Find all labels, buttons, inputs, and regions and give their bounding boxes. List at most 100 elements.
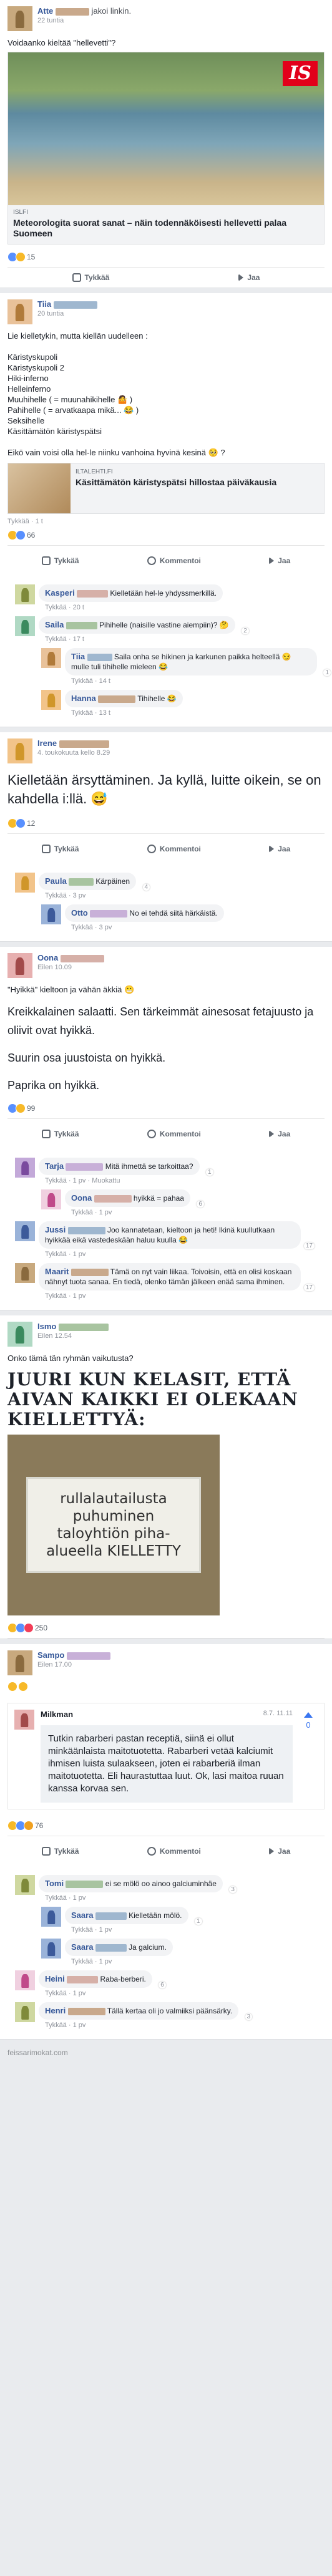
comment-meta[interactable]: Tykkää · 1 pv bbox=[65, 1926, 188, 1934]
author-name[interactable]: Atte bbox=[37, 6, 53, 16]
comment-meta[interactable]: Tykkää · 17 t bbox=[39, 636, 235, 643]
sign-photo[interactable]: rullalautailusta puhuminen taloyhtiön pi… bbox=[7, 1435, 220, 1615]
comment-author[interactable]: Jussi bbox=[45, 1225, 66, 1234]
comment-meta[interactable]: Tykkää · 1 pv bbox=[39, 1894, 223, 1902]
comment-author[interactable]: Tiia bbox=[71, 652, 85, 661]
comment-author[interactable]: Otto bbox=[71, 908, 88, 918]
share-button[interactable]: Jaa bbox=[269, 551, 290, 570]
avatar[interactable] bbox=[7, 6, 32, 31]
comment-meta[interactable]: Tykkää · 3 pv bbox=[65, 924, 224, 931]
comment-author[interactable]: Tomi bbox=[45, 1879, 64, 1888]
avatar[interactable] bbox=[15, 1970, 35, 1990]
comment-button[interactable]: Kommentoi bbox=[147, 1125, 201, 1143]
post-time[interactable]: 20 tuntia bbox=[37, 310, 97, 317]
post-time[interactable]: Eilen 17.00 bbox=[37, 1661, 110, 1668]
share-button[interactable]: Jaa bbox=[238, 273, 260, 282]
share-button[interactable]: Jaa bbox=[269, 1842, 290, 1861]
reaction-summary[interactable]: 76 bbox=[7, 1816, 325, 1836]
post-time[interactable]: Eilen 12.54 bbox=[37, 1332, 109, 1340]
comment-button[interactable]: Kommentoi bbox=[147, 1842, 201, 1861]
comment-author[interactable]: Tarja bbox=[45, 1161, 64, 1171]
avatar[interactable] bbox=[7, 1322, 32, 1347]
comment-author[interactable]: Paula bbox=[45, 876, 67, 886]
comment-author[interactable]: Saara bbox=[71, 1942, 93, 1952]
like-button[interactable]: Tykkää bbox=[41, 1125, 79, 1143]
post-time[interactable]: Eilen 10.09 bbox=[37, 964, 104, 971]
avatar[interactable] bbox=[41, 1939, 61, 1959]
reaction-summary[interactable]: 66 bbox=[7, 525, 325, 546]
comment-author[interactable]: Saila bbox=[45, 620, 64, 629]
share-button[interactable]: Jaa bbox=[269, 840, 290, 858]
post-time[interactable]: 22 tuntia bbox=[37, 17, 131, 24]
author-name[interactable]: Sampo bbox=[37, 1650, 64, 1660]
comment-reaction-count[interactable]: 6 bbox=[159, 1982, 166, 1988]
avatar[interactable] bbox=[15, 873, 35, 893]
author-name[interactable]: Tiia bbox=[37, 299, 51, 309]
comment-meta[interactable]: Tykkää · 20 t bbox=[39, 604, 223, 611]
avatar[interactable] bbox=[7, 953, 32, 978]
reaction-summary[interactable]: 12 bbox=[7, 813, 325, 834]
comment-button[interactable]: Kommentoi bbox=[147, 551, 201, 570]
post-time[interactable]: 4. toukokuuta kello 8.29 bbox=[37, 749, 110, 757]
comment-reaction-count[interactable]: 2 bbox=[242, 627, 249, 634]
avatar[interactable] bbox=[41, 1907, 61, 1927]
avatar[interactable] bbox=[15, 1158, 35, 1178]
avatar[interactable] bbox=[41, 648, 61, 668]
reaction-summary[interactable]: 15 bbox=[7, 247, 325, 268]
avatar[interactable] bbox=[15, 1875, 35, 1895]
like-button[interactable]: Tykkää bbox=[41, 1842, 79, 1861]
comment-author[interactable]: Maarit bbox=[45, 1267, 69, 1276]
comment-reaction-count[interactable]: 17 bbox=[303, 1242, 315, 1249]
comment-meta[interactable]: Tykkää · 1 pv bbox=[65, 1958, 173, 1965]
link-card[interactable]: IS ISLFI Meteorologita suorat sanat – nä… bbox=[7, 52, 325, 245]
vote-widget[interactable]: 0 bbox=[299, 1710, 318, 1803]
upvote-icon[interactable] bbox=[304, 1712, 313, 1718]
author-name[interactable]: Oona bbox=[37, 953, 58, 962]
avatar[interactable] bbox=[15, 1263, 35, 1283]
comment-reaction-count[interactable]: 3 bbox=[245, 2013, 253, 2020]
share-button[interactable]: Jaa bbox=[269, 1125, 290, 1143]
like-button[interactable]: Tykkää bbox=[41, 551, 79, 570]
comment-meta[interactable]: Tykkää · 1 pv bbox=[65, 1209, 190, 1216]
comment-reaction-count[interactable]: 4 bbox=[142, 884, 150, 891]
comment-meta[interactable]: Tykkää · 13 t bbox=[65, 709, 183, 717]
comment-author[interactable]: Hanna bbox=[71, 694, 96, 703]
comment-reaction-count[interactable]: 1 bbox=[194, 1918, 202, 1925]
comment-reaction-count[interactable]: 6 bbox=[197, 1201, 204, 1208]
avatar[interactable] bbox=[41, 690, 61, 710]
avatar[interactable] bbox=[15, 1221, 35, 1241]
reaction-summary[interactable]: 250 bbox=[7, 1618, 325, 1639]
reaction-summary[interactable]: 99 bbox=[7, 1098, 325, 1119]
avatar[interactable] bbox=[15, 616, 35, 636]
like-button[interactable]: Tykkää bbox=[72, 273, 109, 282]
comment-meta[interactable]: Tykkää · 3 pv bbox=[39, 892, 136, 899]
comment-reaction-count[interactable]: 1 bbox=[323, 669, 331, 676]
link-image[interactable]: IS bbox=[8, 52, 324, 205]
comment-reaction-count[interactable]: 17 bbox=[303, 1284, 315, 1291]
comment-reaction-count[interactable]: 3 bbox=[229, 1886, 237, 1893]
avatar[interactable] bbox=[41, 1189, 61, 1209]
comment-meta[interactable]: Tykkää · 1 pv bbox=[39, 1990, 152, 1997]
comment-reaction-count[interactable]: 1 bbox=[205, 1169, 213, 1176]
author-name[interactable]: Ismo bbox=[37, 1322, 56, 1331]
avatar[interactable] bbox=[15, 584, 35, 604]
avatar[interactable] bbox=[7, 299, 32, 324]
comment-meta[interactable]: Tykkää · 1 pv · Muokattu bbox=[39, 1177, 200, 1184]
avatar[interactable] bbox=[41, 904, 61, 924]
link-card[interactable]: ILTALEHTI.FI Käsittämätön käristyspätsi … bbox=[7, 463, 325, 514]
comment-author[interactable]: Kasperi bbox=[45, 588, 75, 598]
like-button[interactable]: Tykkää bbox=[41, 840, 79, 858]
avatar[interactable] bbox=[7, 738, 32, 763]
comment-author[interactable]: Oona bbox=[71, 1193, 92, 1203]
comment-author[interactable]: Saara bbox=[71, 1910, 93, 1920]
comment-author[interactable]: Henri bbox=[45, 2006, 66, 2015]
author-name[interactable]: Irene bbox=[37, 738, 57, 748]
comment-meta[interactable]: Tykkää · 14 t bbox=[65, 677, 317, 685]
link-thumbnail[interactable] bbox=[8, 463, 71, 513]
link-title[interactable]: Käsittämätön käristyspätsi hillostaa päi… bbox=[76, 477, 319, 488]
like-time[interactable]: Tykkää · 1 t bbox=[7, 518, 325, 525]
comment-meta[interactable]: Tykkää · 1 pv bbox=[39, 1292, 301, 1300]
comment-meta[interactable]: Tykkää · 1 pv bbox=[39, 1251, 301, 1258]
link-title[interactable]: Meteorologita suorat sanat – näin todenn… bbox=[13, 218, 319, 239]
comment-button[interactable]: Kommentoi bbox=[147, 840, 201, 858]
